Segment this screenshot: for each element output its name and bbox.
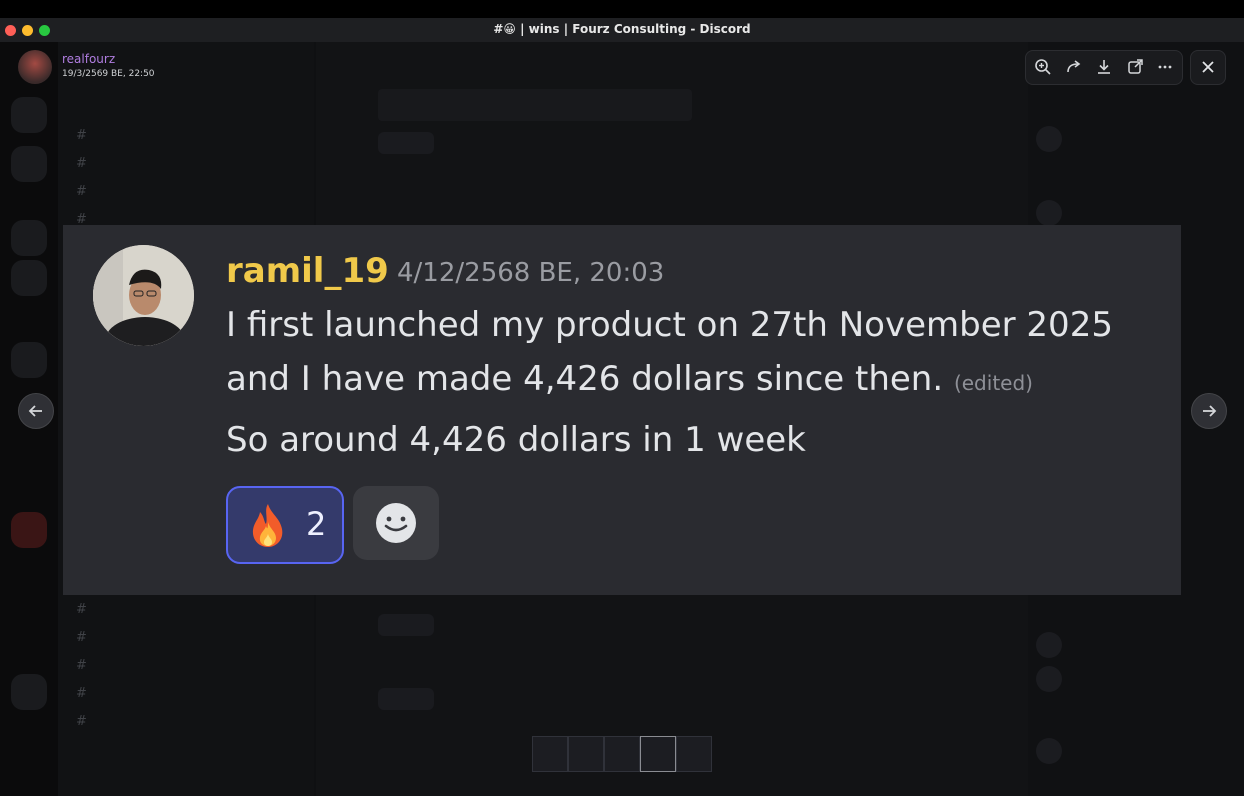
open-external-icon[interactable] — [1125, 57, 1145, 77]
reaction-placeholder — [378, 132, 434, 154]
message-text: and I have made 4,426 dollars since then… — [226, 359, 944, 399]
channel-item[interactable]: # — [76, 658, 87, 673]
close-viewer-button[interactable] — [1190, 50, 1226, 85]
add-reaction-button[interactable] — [353, 486, 439, 560]
edited-label: (edited) — [953, 371, 1033, 395]
forward-icon[interactable] — [1064, 57, 1084, 77]
download-icon[interactable] — [1094, 57, 1114, 77]
thumbnail[interactable] — [604, 736, 640, 772]
channel-item[interactable]: # — [76, 128, 87, 143]
server-icon[interactable] — [11, 146, 47, 182]
window-title: #😀 | wins | Fourz Consulting - Discord — [493, 22, 751, 36]
reaction-placeholder — [378, 688, 434, 710]
message-text-line: So around 4,426 dollars in 1 week — [226, 420, 806, 460]
server-icon[interactable] — [11, 512, 47, 548]
server-icon[interactable] — [11, 220, 47, 256]
more-icon[interactable] — [1155, 57, 1175, 77]
server-icon[interactable] — [11, 97, 47, 133]
reaction-fire[interactable]: 2 — [226, 486, 344, 564]
thumbnail[interactable] — [568, 736, 604, 772]
message-screenshot: ramil_19 4/12/2568 BE, 20:03 I first lau… — [63, 225, 1181, 595]
avatar — [18, 50, 52, 84]
previous-image-button[interactable] — [18, 393, 54, 429]
channel-item[interactable]: # — [76, 602, 87, 617]
message-text-line: I first launched my product on 27th Nove… — [226, 305, 1113, 345]
server-icon[interactable] — [11, 342, 47, 378]
reaction-placeholder — [378, 614, 434, 636]
message-text-line: and I have made 4,426 dollars since then… — [226, 359, 1033, 399]
channel-item[interactable]: # — [76, 714, 87, 729]
avatar — [93, 245, 194, 346]
thumbnail[interactable] — [532, 736, 568, 772]
reaction-count: 2 — [306, 505, 327, 543]
avatar — [1036, 632, 1062, 658]
avatar — [1036, 738, 1062, 764]
uploader-name: realfourz — [62, 52, 116, 66]
fire-icon — [246, 502, 290, 548]
close-icon — [1199, 58, 1217, 80]
image-viewer-toolbar — [1025, 50, 1183, 85]
server-icon[interactable] — [11, 674, 47, 710]
message-username: ramil_19 — [226, 251, 389, 291]
window-titlebar: #😀 | wins | Fourz Consulting - Discord — [0, 18, 1244, 42]
arrow-right-icon — [1200, 402, 1218, 424]
server-icon[interactable] — [11, 260, 47, 296]
thumbnail-selected[interactable] — [640, 736, 676, 772]
zoom-in-icon[interactable] — [1033, 57, 1053, 77]
thumbnail[interactable] — [676, 736, 712, 772]
thumbnail-strip — [532, 736, 712, 772]
add-reaction-icon — [374, 501, 418, 549]
channel-item[interactable]: # — [76, 184, 87, 199]
channel-item[interactable]: # — [76, 156, 87, 171]
avatar — [1036, 666, 1062, 692]
channel-item[interactable]: # — [76, 630, 87, 645]
avatar — [1036, 126, 1062, 152]
message-timestamp: 4/12/2568 BE, 20:03 — [397, 258, 665, 288]
arrow-left-icon — [27, 402, 45, 424]
avatar — [1036, 200, 1062, 226]
embed-placeholder — [378, 89, 692, 121]
uploader-date: 19/3/2569 BE, 22:50 — [62, 69, 155, 79]
next-image-button[interactable] — [1191, 393, 1227, 429]
channel-item[interactable]: # — [76, 686, 87, 701]
